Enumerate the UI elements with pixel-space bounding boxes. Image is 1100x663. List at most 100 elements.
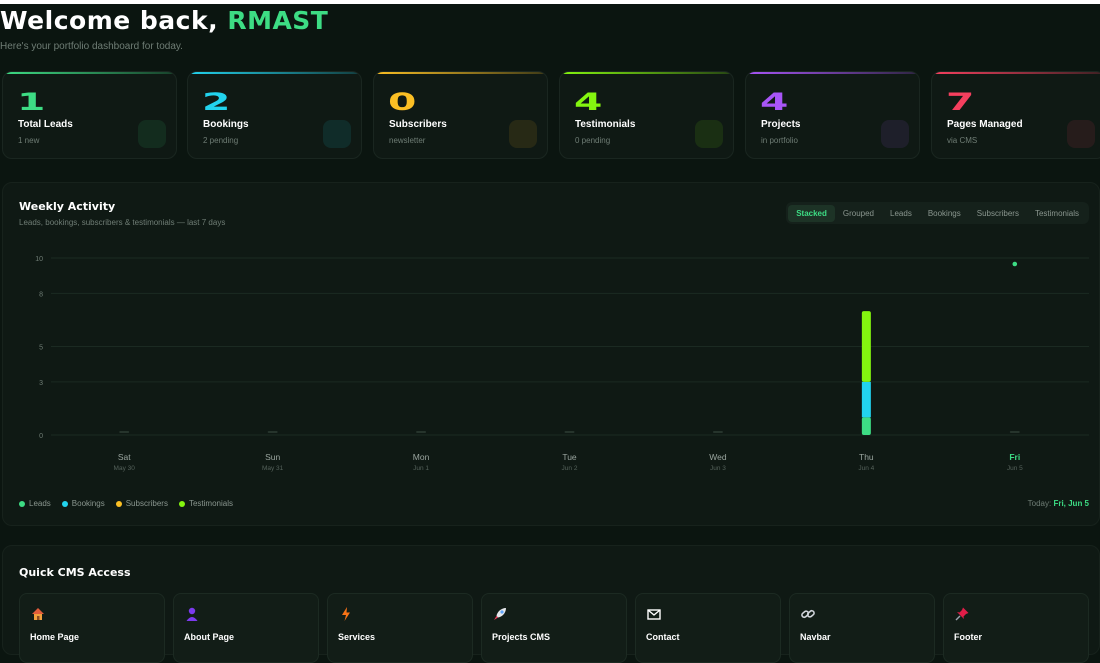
bar-placeholder [416, 431, 427, 433]
stat-card-testimonials[interactable]: 4 Testimonials 0 pending [559, 71, 734, 159]
x-date-label: Jun 5 [1007, 465, 1023, 472]
x-date-label: May 31 [262, 465, 284, 472]
cms-card-projects-cms[interactable]: Projects CMS [481, 593, 627, 663]
stat-accent-bar [374, 72, 547, 74]
x-date-label: Jun 1 [413, 465, 429, 472]
stat-value: 4 [760, 88, 789, 116]
stat-glow-icon [509, 120, 537, 148]
bar-placeholder [1009, 431, 1020, 433]
envelope-icon [647, 609, 661, 620]
stat-card-subscribers[interactable]: 0 Subscribers newsletter [373, 71, 548, 159]
bar-segment [861, 417, 871, 435]
bar-placeholder [267, 431, 278, 433]
stat-label: Subscribers [389, 119, 447, 130]
stat-label: Pages Managed [947, 119, 1023, 130]
stat-value: 2 [202, 88, 231, 116]
weekly-activity-chart: 0 3 5 8 10 Sat May 30 Sun May 31 Mon Jun 1 Tue Jun 2… [35, 256, 1089, 472]
legend-item-bookings[interactable]: Bookings [61, 499, 105, 508]
stat-glow-icon [138, 120, 166, 148]
x-tick-label: Thu [859, 452, 874, 462]
stat-value: 1 [17, 88, 46, 116]
stats-row: 1 Total Leads 1 new 2 Bookings 2 pending… [0, 71, 1100, 161]
legend-label: Testimonials [188, 499, 233, 508]
stat-sub: 0 pending [575, 136, 611, 145]
y-tick-label: 5 [39, 345, 43, 352]
stat-card-pages-managed[interactable]: 7 Pages Managed via CMS [931, 71, 1100, 159]
stat-sub: via CMS [947, 136, 978, 145]
y-tick-label: 8 [39, 291, 43, 298]
stat-card-projects[interactable]: 4 Projects in portfolio [745, 71, 920, 159]
stat-accent-bar [3, 72, 176, 74]
stat-glow-icon [695, 120, 723, 148]
stat-value: 7 [946, 88, 975, 116]
bar-placeholder [564, 431, 575, 433]
cms-card-about-page[interactable]: About Page [173, 593, 319, 663]
x-tick-label: Wed [709, 452, 727, 462]
cms-card-footer[interactable]: Footer [943, 593, 1089, 663]
stat-label: Projects [761, 119, 801, 130]
legend-label: Leads [29, 499, 51, 508]
lightning-icon [342, 607, 350, 621]
stat-glow-icon [881, 120, 909, 148]
x-date-label: Jun 3 [710, 465, 726, 472]
y-tick-label: 0 [39, 433, 43, 440]
browser-top-strip [0, 0, 1100, 4]
legend-item-testimonials[interactable]: Testimonials [178, 499, 233, 508]
legend-dot [178, 500, 185, 507]
chart-legend: Leads Bookings Subscribers Testimonials [19, 499, 233, 508]
bar-segment [861, 381, 871, 418]
pushpin-icon [955, 607, 969, 621]
stat-label: Bookings [203, 119, 249, 130]
x-date-label: Jun 2 [562, 465, 578, 472]
x-date-label: May 30 [114, 465, 136, 472]
quick-cms-panel: Quick CMS Access Home Page About Page Se… [2, 545, 1100, 663]
house-icon [32, 608, 44, 620]
stat-accent-bar [188, 72, 361, 74]
legend-label: Subscribers [125, 499, 168, 508]
page-title: Welcome back, RMAST [0, 6, 328, 35]
legend-dot [61, 500, 68, 507]
legend-item-leads[interactable]: Leads [19, 499, 51, 508]
stat-glow-icon [323, 120, 351, 148]
cms-title: Quick CMS Access [19, 566, 131, 579]
link-icon [801, 609, 815, 619]
stat-glow-icon [1067, 120, 1095, 148]
today-value: Fri, Jun 5 [1053, 499, 1089, 508]
stat-value: 0 [388, 88, 417, 116]
x-date-label: Jun 4 [858, 465, 874, 472]
bar-placeholder [712, 431, 723, 433]
cms-card-navbar[interactable]: Navbar [789, 593, 935, 663]
legend-item-subscribers[interactable]: Subscribers [115, 499, 168, 508]
stat-sub: in portfolio [761, 136, 798, 145]
legend-dot [115, 500, 122, 507]
cms-card-home-page[interactable]: Home Page [19, 593, 165, 663]
stat-accent-bar [560, 72, 733, 74]
x-tick-label: Fri [1009, 452, 1020, 462]
legend-dot [19, 500, 25, 507]
cms-card-services[interactable]: Services [327, 593, 473, 663]
y-tick-label: 3 [39, 380, 43, 387]
stat-accent-bar [746, 72, 919, 74]
y-tick-label: 10 [35, 256, 43, 263]
stat-sub: newsletter [389, 136, 426, 145]
stat-accent-bar [932, 72, 1100, 74]
x-tick-label: Sun [265, 452, 280, 462]
cms-card-contact[interactable]: Contact [635, 593, 781, 663]
page-subtitle: Here's your portfolio dashboard for toda… [0, 41, 183, 52]
today-label: Today: [1027, 499, 1052, 508]
user-name: RMAST [227, 6, 329, 35]
stat-card-bookings[interactable]: 2 Bookings 2 pending [187, 71, 362, 159]
welcome-prefix: Welcome back, [0, 6, 228, 35]
today-marker-dot [1012, 261, 1018, 267]
stat-sub: 1 new [18, 136, 40, 145]
bar-segment [861, 311, 871, 382]
bar-placeholder [119, 431, 130, 433]
stat-label: Total Leads [18, 119, 73, 130]
person-icon [186, 607, 198, 621]
x-tick-label: Mon [413, 452, 430, 462]
x-tick-label: Sat [118, 452, 131, 462]
legend-label: Bookings [71, 499, 105, 508]
stat-label: Testimonials [575, 119, 636, 130]
stat-card-total-leads[interactable]: 1 Total Leads 1 new [2, 71, 177, 159]
weekly-activity-panel: Weekly Activity Leads, bookings, subscri… [2, 182, 1100, 526]
